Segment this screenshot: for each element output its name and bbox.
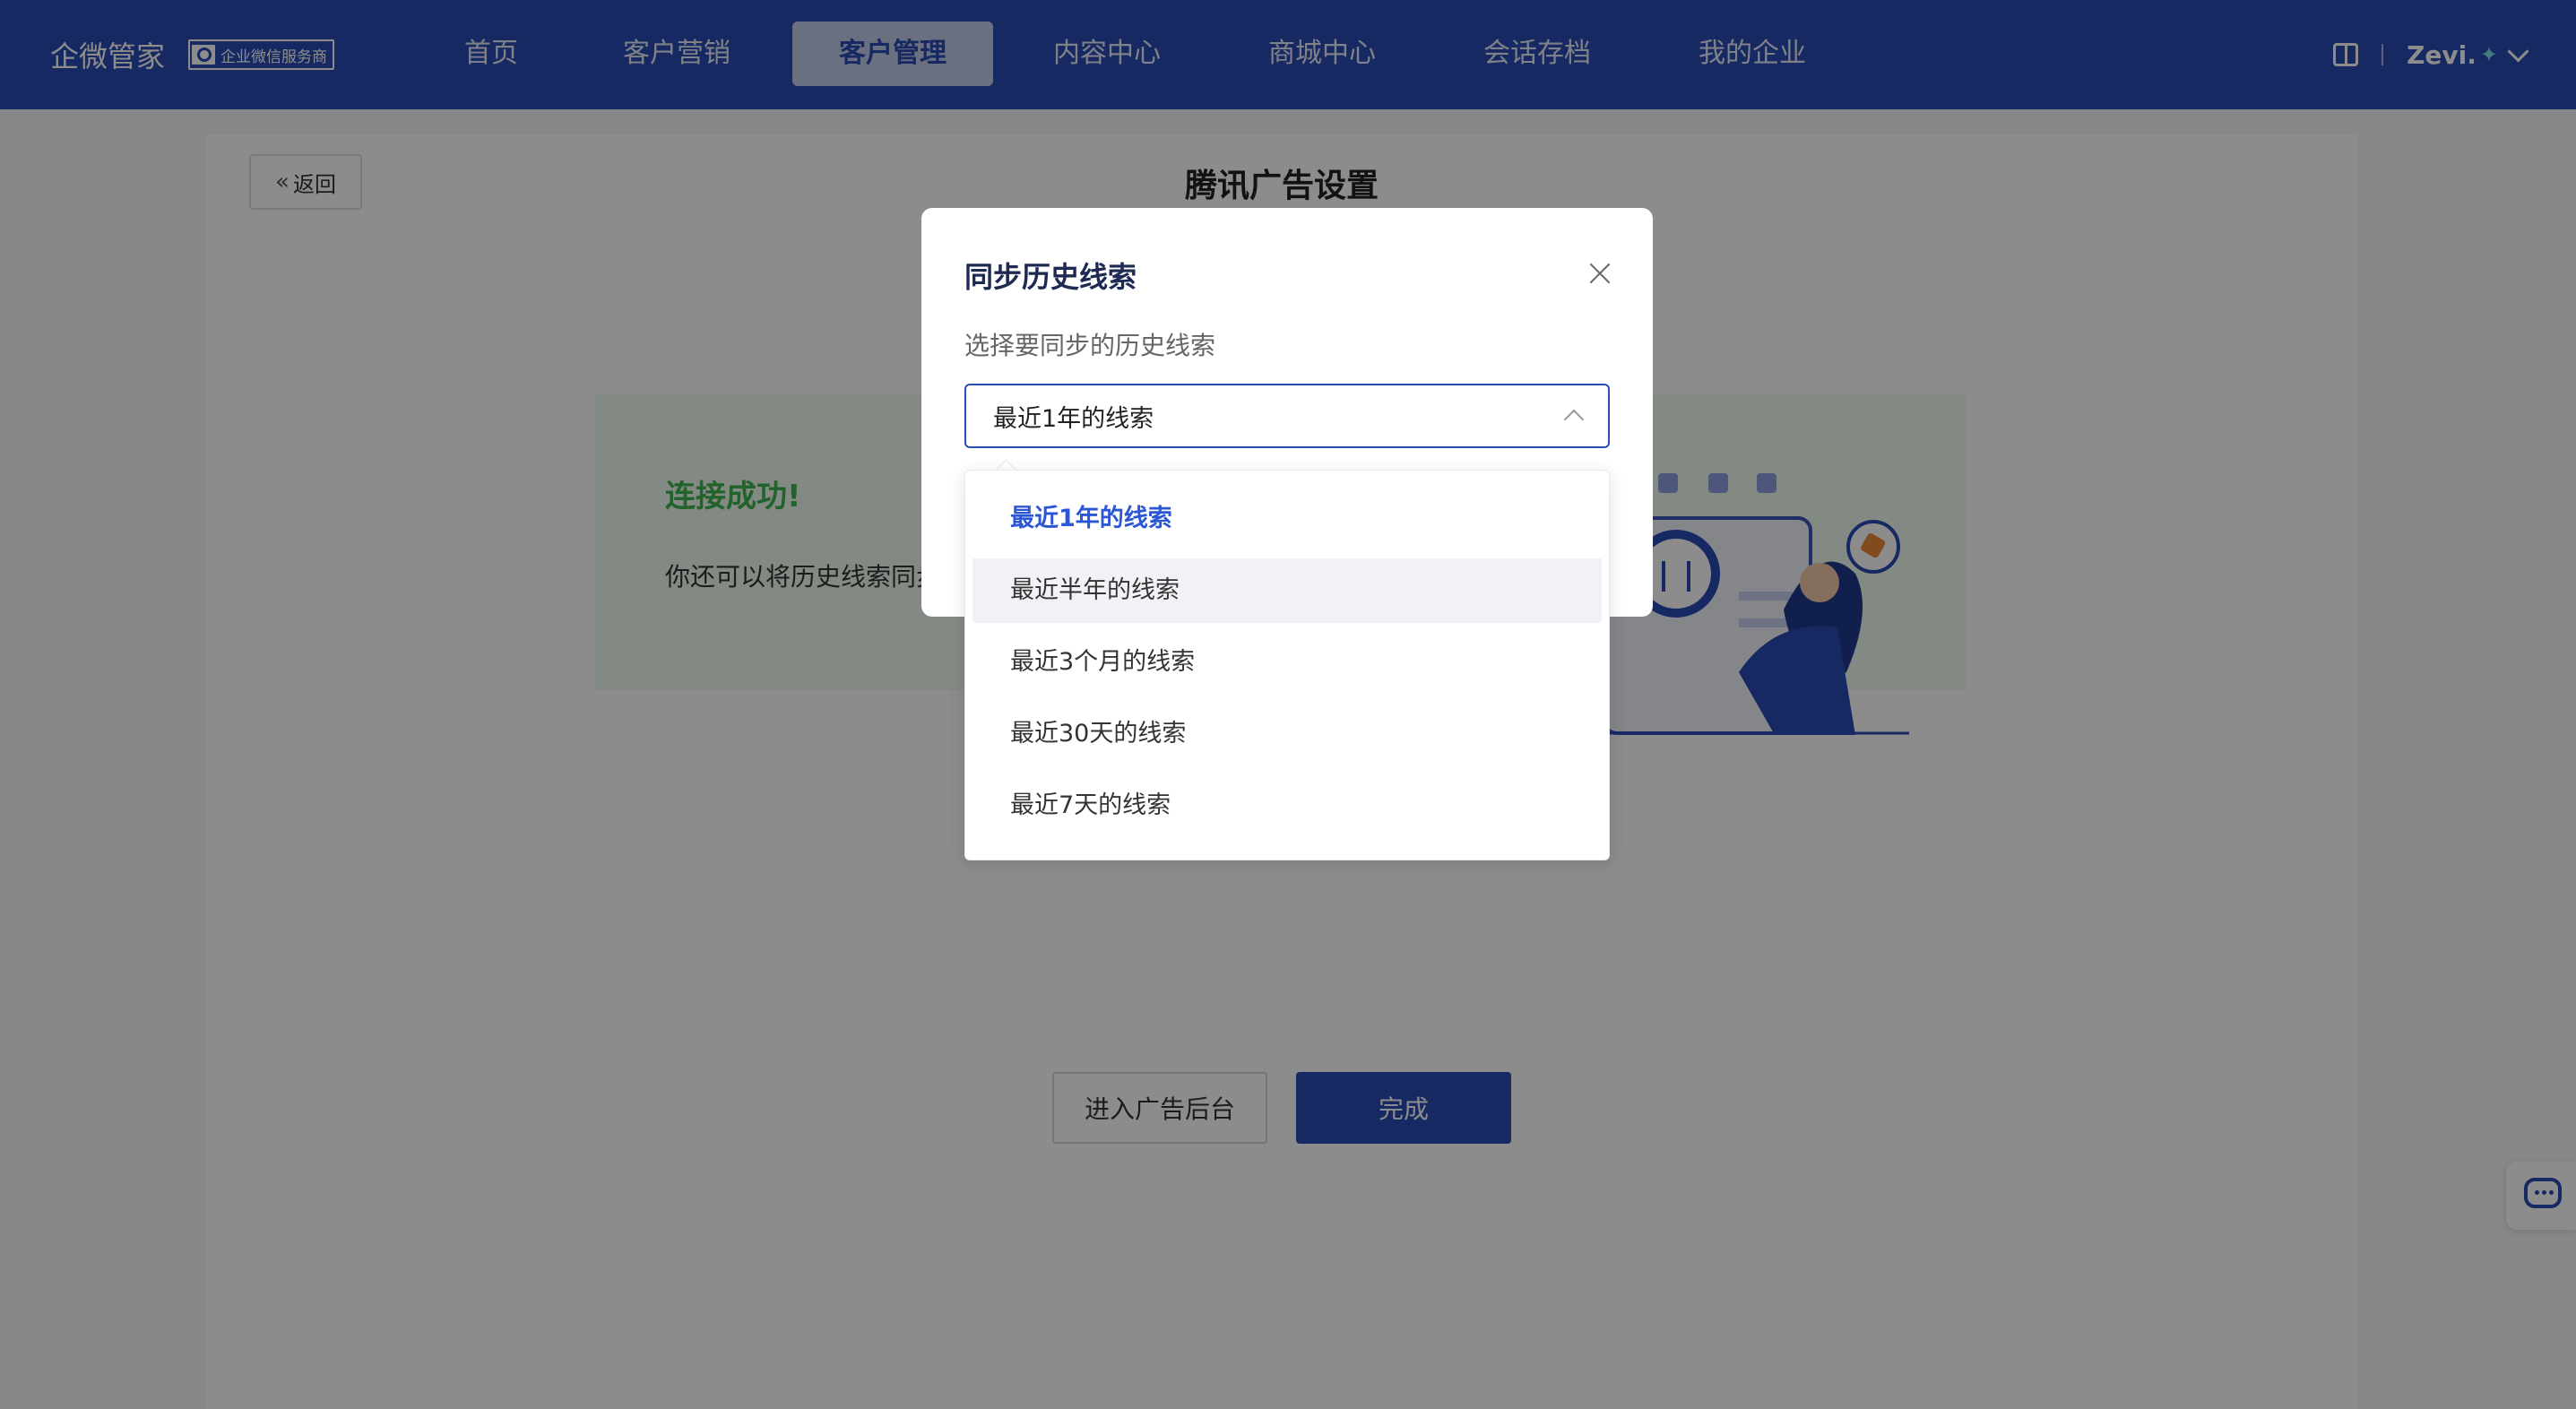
- select-value: 最近1年的线索: [993, 404, 1154, 433]
- dropdown-option-7-days[interactable]: 最近7天的线索: [972, 774, 1602, 838]
- history-range-select[interactable]: 最近1年的线索: [964, 384, 1610, 448]
- close-icon[interactable]: [1588, 262, 1612, 285]
- modal-select-label: 选择要同步的历史线索: [964, 331, 1216, 360]
- dropdown-option-1-year[interactable]: 最近1年的线索: [972, 487, 1602, 551]
- chevron-up-icon: [1563, 409, 1585, 430]
- modal-title: 同步历史线索: [964, 260, 1137, 294]
- dropdown-options: 最近1年的线索 最近半年的线索 最近3个月的线索 最近30天的线索 最近7天的线…: [972, 487, 1602, 845]
- dropdown-option-30-days[interactable]: 最近30天的线索: [972, 702, 1602, 766]
- dropdown-option-half-year[interactable]: 最近半年的线索: [972, 558, 1602, 623]
- dropdown-option-3-months[interactable]: 最近3个月的线索: [972, 630, 1602, 695]
- history-range-dropdown: 最近1年的线索 最近半年的线索 最近3个月的线索 最近30天的线索 最近7天的线…: [964, 470, 1610, 860]
